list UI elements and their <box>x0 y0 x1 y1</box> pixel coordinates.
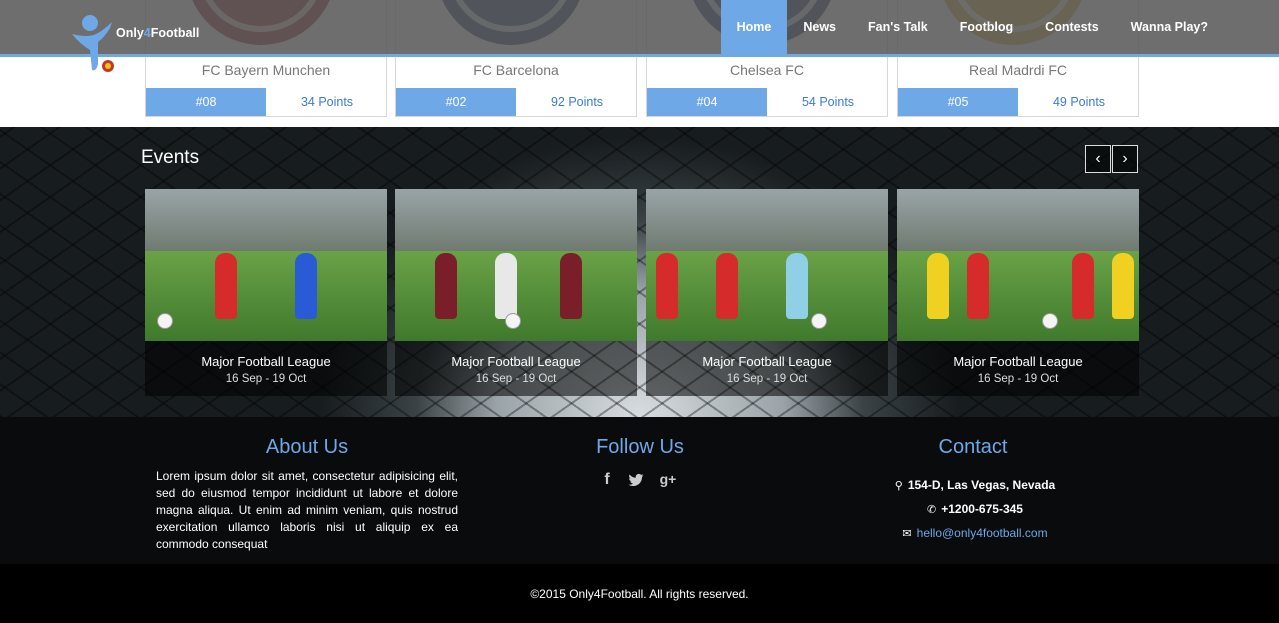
event-date: 16 Sep - 19 Oct <box>726 373 808 385</box>
phone-icon: ✆ <box>927 504 937 516</box>
nav-footblog[interactable]: Footblog <box>944 0 1029 57</box>
event-card[interactable]: Major Football League 16 Sep - 19 Oct <box>395 189 637 396</box>
main-nav: Home News Fan's Talk Footblog Contests W… <box>720 0 1224 57</box>
team-name: Chelsea FC <box>730 62 804 78</box>
facebook-icon[interactable]: f <box>597 471 617 491</box>
team-points[interactable]: 92 Points <box>516 88 638 116</box>
logo-text: Only4Football <box>116 26 200 40</box>
team-rank: #08 <box>146 88 266 116</box>
team-rank: #05 <box>898 88 1018 116</box>
event-name: Major Football League <box>451 354 581 369</box>
event-card[interactable]: Major Football League 16 Sep - 19 Oct <box>646 189 888 396</box>
chevron-left-icon: ‹ <box>1095 150 1101 167</box>
follow-title: Follow Us <box>596 436 684 458</box>
logo[interactable]: Only4Football <box>70 14 210 74</box>
contact-title: Contact <box>938 436 1008 458</box>
event-card[interactable]: Major Football League 16 Sep - 19 Oct <box>897 189 1139 396</box>
about-text: Lorem ipsum dolor sit amet, consectetur … <box>156 469 458 551</box>
team-name: FC Barcelona <box>473 62 559 78</box>
nav-home[interactable]: Home <box>720 0 788 57</box>
team-rank: #02 <box>396 88 516 116</box>
site-header: Only4Football Home News Fan's Talk Footb… <box>0 0 1279 72</box>
team-name: Real Madrdi FC <box>968 62 1068 78</box>
event-date: 16 Sep - 19 Oct <box>977 373 1059 385</box>
event-date: 16 Sep - 19 Oct <box>475 373 557 385</box>
footer-info: About Us Lorem ipsum dolor sit amet, con… <box>0 417 1279 564</box>
google-plus-icon[interactable]: g+ <box>658 471 678 491</box>
event-name: Major Football League <box>201 354 331 369</box>
nav-fans-talk[interactable]: Fan's Talk <box>852 0 944 57</box>
contact-phone: ✆ +1200-675-345 <box>927 502 1023 516</box>
event-photo <box>897 189 1139 341</box>
event-caption: Major Football League 16 Sep - 19 Oct <box>145 341 387 396</box>
events-title: Events <box>141 147 200 168</box>
twitter-icon[interactable] <box>626 471 646 491</box>
contact-address: ⚲ 154-D, Las Vegas, Nevada <box>894 478 1056 492</box>
team-points[interactable]: 54 Points <box>767 88 889 116</box>
footer-bottom-bar: ©2015 Only4Football. All rights reserved… <box>0 564 1279 623</box>
envelope-icon: ✉ <box>902 528 912 540</box>
chevron-right-icon: › <box>1122 150 1128 167</box>
event-photo <box>395 189 637 341</box>
contact-email[interactable]: ✉ hello@only4football.com <box>860 526 1090 540</box>
event-card[interactable]: Major Football League 16 Sep - 19 Oct <box>145 189 387 396</box>
event-photo <box>145 189 387 341</box>
events-next-button[interactable]: › <box>1112 145 1138 173</box>
event-caption: Major Football League 16 Sep - 19 Oct <box>897 341 1139 396</box>
copyright-text: ©2015 Only4Football. All rights reserved… <box>530 587 749 601</box>
team-points[interactable]: 34 Points <box>266 88 388 116</box>
event-name: Major Football League <box>702 354 832 369</box>
nav-contests[interactable]: Contests <box>1029 0 1114 57</box>
nav-wanna-play[interactable]: Wanna Play? <box>1115 0 1224 57</box>
event-photo <box>646 189 888 341</box>
map-marker-icon: ⚲ <box>894 480 903 492</box>
event-name: Major Football League <box>953 354 1083 369</box>
team-points[interactable]: 49 Points <box>1018 88 1140 116</box>
events-section: Events ‹ › Major Football League 16 Sep … <box>0 127 1279 417</box>
event-date: 16 Sep - 19 Oct <box>225 373 307 385</box>
nav-news[interactable]: News <box>787 0 852 57</box>
event-caption: Major Football League 16 Sep - 19 Oct <box>646 341 888 396</box>
event-caption: Major Football League 16 Sep - 19 Oct <box>395 341 637 396</box>
logo-figure-icon <box>72 15 114 72</box>
events-prev-button[interactable]: ‹ <box>1085 145 1111 173</box>
team-rank: #04 <box>647 88 767 116</box>
about-title: About Us <box>265 436 349 458</box>
